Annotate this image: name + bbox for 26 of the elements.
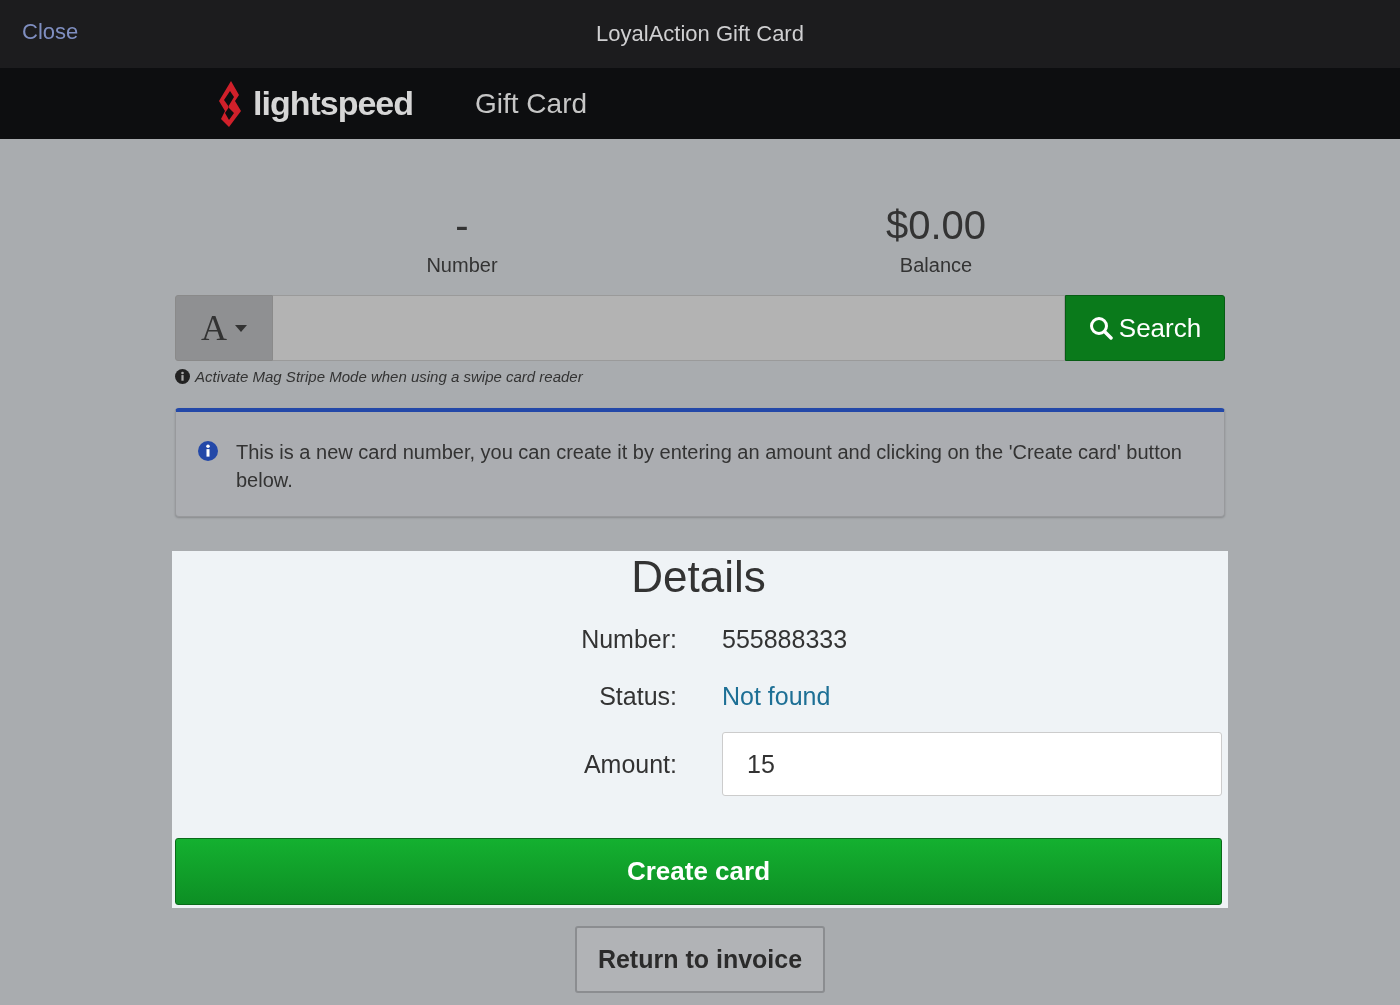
brand-name: lightspeed bbox=[253, 84, 414, 123]
summary-value: - bbox=[454, 202, 470, 249]
help-text: Activate Mag Stripe Mode when using a swipe card reader bbox=[195, 368, 583, 385]
summary-value: $0.00 bbox=[884, 202, 988, 249]
caret-icon bbox=[235, 324, 247, 332]
close-link[interactable]: Close bbox=[22, 18, 79, 46]
alert-message: This is a new card number, you can create it by entering an amount and clicking on the 'Create card' button below. bbox=[236, 440, 1183, 493]
info-icon bbox=[175, 369, 190, 384]
search-field[interactable] bbox=[273, 295, 1065, 361]
field-label: Number: bbox=[580, 624, 677, 655]
section-heading: Details bbox=[630, 553, 767, 601]
field-label: Status: bbox=[598, 681, 677, 712]
amount-field[interactable]: 15 bbox=[722, 732, 1222, 796]
summary-label: Number bbox=[425, 253, 499, 278]
mode-dropdown-button[interactable]: A bbox=[175, 295, 273, 361]
return-button[interactable]: Return to invoice bbox=[575, 926, 825, 993]
nav-link[interactable]: Gift Card bbox=[475, 87, 588, 120]
search-button[interactable]: Search bbox=[1065, 295, 1225, 361]
window-title: LoyalAction Gift Card bbox=[596, 21, 804, 47]
field-value: 555888333 bbox=[722, 624, 849, 655]
field-label: Amount: bbox=[582, 748, 677, 780]
info-icon bbox=[198, 441, 218, 461]
status-value: Not found bbox=[722, 681, 832, 712]
search-icon bbox=[1088, 316, 1113, 340]
summary-label: Balance bbox=[898, 253, 974, 278]
create-card-button[interactable]: Create card bbox=[175, 838, 1222, 905]
